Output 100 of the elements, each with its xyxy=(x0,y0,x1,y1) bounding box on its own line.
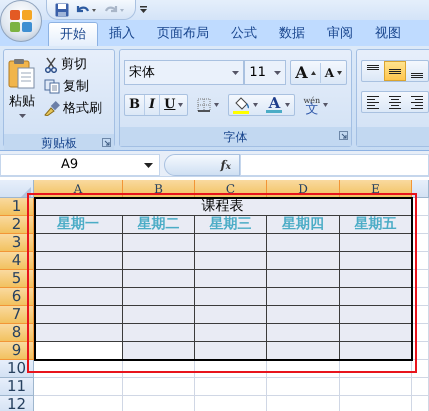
row-header[interactable]: 9 xyxy=(0,342,34,360)
table-cell[interactable] xyxy=(340,288,412,306)
table-cell[interactable] xyxy=(34,252,123,270)
row-header[interactable]: 7 xyxy=(0,306,34,324)
row-header[interactable]: 5 xyxy=(0,270,34,288)
cut-button[interactable]: 剪切 xyxy=(44,54,102,75)
brush-icon xyxy=(44,101,60,116)
row-header[interactable]: 11 xyxy=(0,378,34,396)
table-cell[interactable] xyxy=(123,306,195,324)
caret-icon xyxy=(253,103,258,107)
table-cell[interactable] xyxy=(340,342,412,360)
align-lines-icon xyxy=(389,68,401,74)
table-cell[interactable] xyxy=(123,270,195,288)
row-header[interactable]: 4 xyxy=(0,252,34,270)
row-header[interactable]: 2 xyxy=(0,216,34,234)
table-cell[interactable] xyxy=(195,306,267,324)
dialog-launcher-icon[interactable] xyxy=(102,138,111,147)
row-header[interactable]: 3 xyxy=(0,234,34,252)
table-cell[interactable] xyxy=(267,306,340,324)
ribbon-tab[interactable]: 页面布局 xyxy=(146,22,220,46)
table-cell[interactable] xyxy=(195,252,267,270)
table-cell[interactable] xyxy=(267,234,340,252)
grid-cell[interactable] xyxy=(340,378,412,396)
caret-icon xyxy=(232,70,240,74)
table-cell[interactable] xyxy=(267,270,340,288)
caret-up-icon xyxy=(310,70,316,74)
table-cell[interactable] xyxy=(123,324,195,342)
table-cell[interactable] xyxy=(195,234,267,252)
table-cell[interactable] xyxy=(195,270,267,288)
table-cell[interactable] xyxy=(123,234,195,252)
row-header[interactable]: 12 xyxy=(0,396,34,411)
table-cell[interactable] xyxy=(123,288,195,306)
grid-cell[interactable] xyxy=(34,378,123,396)
table-cell[interactable] xyxy=(267,252,340,270)
underline-button[interactable]: U xyxy=(160,95,188,115)
group-label-strip xyxy=(357,127,429,146)
grow-font-button[interactable]: A xyxy=(291,62,320,82)
column-header[interactable] xyxy=(412,180,429,198)
triangle-icon xyxy=(20,186,30,196)
clipboard-icon xyxy=(8,58,36,90)
select-all-corner[interactable] xyxy=(0,180,34,198)
table-cell[interactable] xyxy=(340,324,412,342)
font-size-field[interactable]: 11 xyxy=(244,60,286,85)
ribbon-tab[interactable]: 插入 xyxy=(98,22,146,46)
caret-icon xyxy=(285,103,290,107)
table-cell[interactable] xyxy=(195,324,267,342)
shrink-font-button[interactable]: A xyxy=(320,62,346,82)
table-cell[interactable] xyxy=(340,306,412,324)
insert-function-button[interactable]: f$_{x}$ xyxy=(164,154,240,176)
table-cell[interactable] xyxy=(340,234,412,252)
font-name-field[interactable]: 宋体 xyxy=(124,60,244,85)
caret-icon xyxy=(178,103,184,107)
ribbon-tab[interactable]: 开始 xyxy=(48,22,98,46)
table-cell[interactable] xyxy=(267,324,340,342)
table-cell[interactable] xyxy=(340,270,412,288)
caret-icon xyxy=(337,70,342,74)
table-cell[interactable] xyxy=(340,252,412,270)
title-cell: 课程表 xyxy=(34,198,412,216)
phonetic-button[interactable]: wén 文 xyxy=(299,95,332,115)
grid-cell[interactable] xyxy=(412,378,429,396)
row-header[interactable]: 10 xyxy=(0,360,34,378)
grid-cell[interactable] xyxy=(267,378,340,396)
ribbon-tab[interactable]: 审阅 xyxy=(316,22,364,46)
name-box[interactable]: A9 xyxy=(0,154,160,176)
ribbon-tab[interactable]: 公式 xyxy=(220,22,268,46)
formula-input-field[interactable] xyxy=(240,154,429,176)
table-cell[interactable] xyxy=(267,288,340,306)
dialog-launcher-icon[interactable] xyxy=(339,131,348,140)
color-bar-icon xyxy=(266,110,282,113)
caret-icon xyxy=(144,162,153,168)
table-cell[interactable] xyxy=(34,234,123,252)
save-icon[interactable] xyxy=(55,2,69,16)
row-header[interactable]: 1 xyxy=(0,198,34,216)
bold-button[interactable]: B xyxy=(125,95,144,115)
align-lines-icon xyxy=(367,65,379,70)
paste-button[interactable]: 粘贴 xyxy=(8,54,36,130)
table-cell[interactable] xyxy=(195,342,267,360)
table-cell[interactable] xyxy=(34,324,123,342)
row-header[interactable]: 8 xyxy=(0,324,34,342)
copy-button[interactable]: 复制 xyxy=(44,76,102,97)
table-cell[interactable] xyxy=(123,342,195,360)
ribbon-tab[interactable]: 视图 xyxy=(364,22,412,46)
customize-menu-icon[interactable] xyxy=(140,6,147,14)
grid-cell[interactable] xyxy=(195,378,267,396)
row-header[interactable]: 6 xyxy=(0,288,34,306)
table-cell[interactable] xyxy=(34,306,123,324)
middle-align-button[interactable] xyxy=(384,61,406,81)
table-cell[interactable] xyxy=(267,342,340,360)
ribbon-tab[interactable]: 数据 xyxy=(268,22,316,46)
office-logo-icon xyxy=(9,9,33,33)
italic-button[interactable]: I xyxy=(145,95,160,115)
table-cell[interactable] xyxy=(34,288,123,306)
grid-cell[interactable] xyxy=(123,378,195,396)
border-grid-icon xyxy=(197,98,212,112)
heading-cell: 星期二 xyxy=(123,216,195,234)
table-cell[interactable] xyxy=(123,252,195,270)
format-painter-button[interactable]: 格式刷 xyxy=(44,98,102,119)
table-cell[interactable] xyxy=(34,270,123,288)
caret-icon xyxy=(274,70,282,74)
table-cell[interactable] xyxy=(195,288,267,306)
